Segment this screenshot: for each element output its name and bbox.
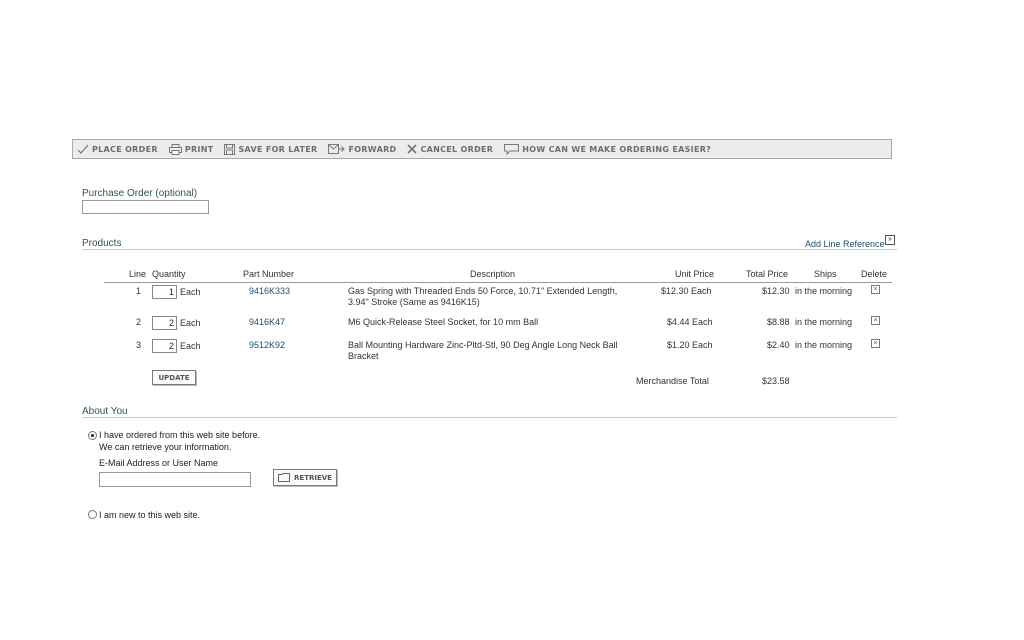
description: Gas Spring with Threaded Ends 50 Force, … [348,286,648,308]
unit-price: $4.44 Each [667,317,713,327]
merchandise-total-label: Merchandise Total [636,376,709,386]
new-customer-radio[interactable] [88,510,97,519]
col-ships: Ships [814,269,837,279]
email-label: E-Mail Address or User Name [99,458,219,468]
returning-customer-subtext: We can retrieve your information. [99,442,232,452]
col-part-number: Part Number [243,269,295,279]
x-icon [407,144,418,154]
line-number: 2 [136,317,142,327]
purchase-order-input[interactable] [82,200,209,214]
email-input[interactable] [99,472,251,487]
returning-customer-label: I have ordered from this web site before… [99,430,261,440]
description-line-2: Bracket [348,351,379,361]
delete-icon[interactable]: × [871,316,880,325]
cancel-order-button[interactable]: CANCEL ORDER [407,144,493,154]
ships-value: in the morning [795,317,853,327]
part-number-link[interactable]: 9512K92 [249,340,285,350]
quantity-input[interactable]: 2 [152,316,177,330]
folder-icon [278,473,291,482]
place-order-label: PLACE ORDER [92,144,158,154]
forward-button[interactable]: FORWARD [328,144,396,154]
description-line-1: Ball Mounting Hardware Zinc-Pltd-Stl, 90… [348,340,618,350]
floppy-disk-icon [224,143,236,155]
table-header-divider [104,282,892,283]
checkmark-icon [77,144,89,154]
delete-icon[interactable]: × [871,285,880,294]
unit-price: $12.30 Each [661,286,712,296]
description-line-1: M6 Quick-Release Steel Socket, for 10 mm… [348,317,539,327]
chevron-down-icon[interactable]: » [885,235,895,245]
print-button[interactable]: PRINT [168,143,214,155]
feedback-button[interactable]: HOW CAN WE MAKE ORDERING EASIER? [504,143,712,155]
description-line-1: Gas Spring with Threaded Ends 50 Force, … [348,286,618,296]
about-you-heading: About You [82,406,128,417]
products-divider [82,249,897,250]
speech-bubble-icon [504,143,520,155]
merchandise-total-value: $23.58 [762,376,790,386]
save-for-later-button[interactable]: SAVE FOR LATER [224,143,318,155]
col-line: Line [129,269,147,279]
quantity-input[interactable]: 2 [152,339,177,353]
purchase-order-label: Purchase Order (optional) [82,188,198,199]
col-total-price: Total Price [746,269,789,279]
ships-value: in the morning [795,286,853,296]
total-price: $8.88 [767,317,790,327]
returning-customer-radio[interactable] [88,431,97,440]
col-unit-price: Unit Price [675,269,715,279]
order-toolbar: PLACE ORDER PRINT SAVE FOR LATER FORWARD… [72,139,892,159]
unit-price: $1.20 Each [667,340,713,350]
part-number-link[interactable]: 9416K333 [249,286,290,296]
description: Ball Mounting Hardware Zinc-Pltd-Stl, 90… [348,340,648,362]
retrieve-label: RETRIEVE [294,473,332,482]
total-price: $12.30 [762,286,790,296]
description: M6 Quick-Release Steel Socket, for 10 mm… [348,317,648,328]
feedback-label: HOW CAN WE MAKE ORDERING EASIER? [522,144,712,154]
ships-value: in the morning [795,340,853,350]
line-number: 3 [136,340,142,350]
col-description: Description [470,269,516,279]
add-line-reference-link[interactable]: Add Line Reference [805,239,885,249]
forward-label: FORWARD [348,144,397,154]
new-customer-label: I am new to this web site. [99,510,201,520]
save-for-later-label: SAVE FOR LATER [238,144,318,154]
delete-icon[interactable]: × [871,339,880,348]
retrieve-button[interactable]: RETRIEVE [273,469,337,486]
quantity-input[interactable]: 1 [152,285,177,299]
printer-icon [168,143,182,155]
part-number-link[interactable]: 9416K47 [249,317,285,327]
about-you-divider [82,417,897,418]
col-quantity: Quantity [152,269,186,279]
update-button[interactable]: UPDATE [152,370,196,385]
description-line-2: 3.94" Stroke (Same as 9416K15) [348,297,480,307]
print-label: PRINT [184,144,214,154]
line-number: 1 [136,286,142,296]
quantity-unit: Each [180,318,201,328]
envelope-arrow-icon [328,144,346,154]
quantity-unit: Each [180,341,201,351]
place-order-button[interactable]: PLACE ORDER [77,144,158,154]
quantity-unit: Each [180,287,201,297]
cancel-order-label: CANCEL ORDER [420,144,494,154]
products-heading: Products [82,238,122,249]
col-delete: Delete [861,269,888,279]
update-label: UPDATE [158,373,190,382]
total-price: $2.40 [767,340,790,350]
